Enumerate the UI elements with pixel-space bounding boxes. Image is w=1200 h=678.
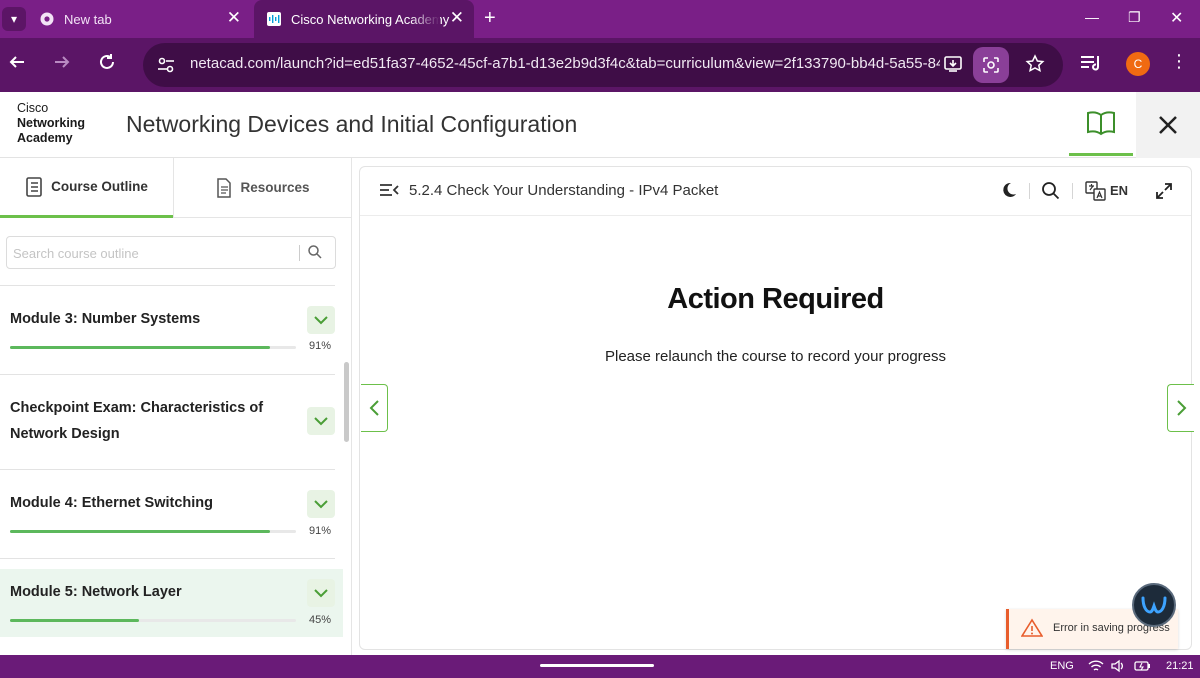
logo-line-1: Cisco — [17, 101, 49, 115]
module-title: Module 5: Network Layer — [10, 584, 182, 600]
assistant-icon[interactable] — [1132, 583, 1176, 627]
warning-icon — [1020, 618, 1044, 643]
divider — [0, 285, 335, 286]
header-separator — [1029, 183, 1030, 199]
tab-course-outline[interactable]: Course Outline — [0, 158, 173, 218]
sidebar-scrollbar[interactable] — [344, 362, 349, 442]
previous-page-button[interactable] — [361, 384, 388, 432]
module-title: Module 3: Number Systems — [10, 311, 201, 327]
progress-percent: 91% — [309, 340, 332, 352]
google-lens-icon[interactable] — [973, 47, 1009, 83]
outline-icon — [26, 176, 42, 197]
close-course-icon[interactable] — [1136, 92, 1200, 158]
dark-mode-icon[interactable] — [1000, 181, 1018, 204]
cisco-favicon-icon — [266, 11, 282, 27]
progress-bar — [10, 619, 296, 622]
collapse-menu-icon[interactable] — [379, 182, 399, 203]
back-icon[interactable] — [8, 53, 26, 76]
close-window-icon[interactable]: ✕ — [1170, 8, 1183, 28]
logo-line-3: Academy — [17, 131, 73, 145]
clock[interactable]: 21:21 — [1166, 660, 1194, 672]
action-required-heading: Action Required — [667, 283, 884, 315]
url-text[interactable]: netacad.com/launch?id=ed51fa37-4652-45cf… — [190, 55, 940, 72]
content-panel: 5.2.4 Check Your Understanding - IPv4 Pa… — [359, 166, 1192, 650]
search-icon[interactable] — [307, 244, 323, 265]
module-item[interactable]: Checkpoint Exam: Characteristics of Netw… — [0, 375, 343, 469]
document-icon — [217, 177, 232, 198]
close-tab-icon[interactable]: ✕ — [227, 8, 241, 28]
site-settings-icon[interactable] — [155, 54, 177, 76]
browser-tab-strip: ▾ New tab ✕ Cisco Networking Academy ✕ +… — [0, 0, 1200, 38]
battery-icon[interactable] — [1134, 659, 1152, 678]
progress-percent: 45% — [309, 614, 332, 626]
tab-label: Course Outline — [51, 179, 148, 194]
header-separator — [1072, 183, 1073, 199]
input-language[interactable]: ENG — [1050, 660, 1074, 672]
content-header: 5.2.4 Check Your Understanding - IPv4 Pa… — [360, 167, 1191, 216]
progress-bar — [10, 530, 296, 533]
profile-avatar[interactable]: C — [1126, 52, 1150, 76]
os-taskbar: ENG 21:21 — [0, 655, 1200, 678]
course-outline-search[interactable]: Search course outline — [6, 236, 336, 269]
module-title: Checkpoint Exam: Characteristics of Netw… — [10, 400, 264, 442]
book-icon[interactable] — [1069, 92, 1133, 156]
tab-label: New tab — [64, 11, 112, 27]
minimize-icon[interactable]: — — [1085, 9, 1099, 25]
chrome-icon — [39, 11, 55, 27]
divider — [0, 558, 335, 559]
language-selector[interactable]: EN — [1110, 183, 1128, 198]
reading-list-icon[interactable] — [1079, 51, 1103, 80]
chevron-left-icon — [369, 400, 379, 416]
progress-fill — [10, 530, 271, 533]
tab-new-tab[interactable]: New tab ✕ — [27, 0, 251, 38]
module-item[interactable]: Module 4: Ethernet Switching 91% — [0, 470, 343, 558]
tab-search-button[interactable]: ▾ — [2, 7, 26, 31]
course-outline-sidebar: Course Outline Resources Search course o… — [0, 158, 352, 655]
progress-fill — [10, 346, 271, 349]
taskbar-handle[interactable] — [540, 664, 654, 667]
logo-line-2: Networking — [17, 116, 86, 130]
search-input[interactable]: Search course outline — [13, 246, 139, 261]
search-icon[interactable] — [1041, 181, 1060, 205]
bookmark-star-icon[interactable] — [1025, 54, 1045, 79]
progress-percent: 91% — [309, 525, 332, 537]
chevron-down-icon[interactable] — [307, 579, 335, 607]
progress-fill — [10, 619, 139, 622]
module-item-active[interactable]: Module 5: Network Layer 45% — [0, 569, 343, 637]
close-tab-icon[interactable]: ✕ — [450, 8, 464, 28]
course-header: Cisco Networking Academy Networking Devi… — [0, 92, 1200, 158]
forward-icon[interactable] — [53, 53, 71, 76]
chevron-down-icon[interactable] — [307, 407, 335, 435]
expand-icon[interactable] — [1155, 182, 1173, 205]
restore-icon[interactable]: ❐ — [1128, 9, 1141, 26]
tab-label: Resources — [240, 180, 310, 195]
module-item[interactable]: Module 3: Number Systems 91% — [0, 298, 343, 374]
relaunch-message: Please relaunch the course to record you… — [604, 348, 946, 365]
tab-cisco-networking-academy[interactable]: Cisco Networking Academy ✕ — [254, 0, 474, 38]
more-menu-icon[interactable]: ⋮ — [1170, 51, 1188, 72]
chevron-down-icon[interactable] — [307, 490, 335, 518]
volume-icon[interactable] — [1110, 659, 1126, 678]
translate-icon[interactable] — [1085, 180, 1107, 207]
new-tab-button[interactable]: + — [484, 7, 496, 30]
cisco-networking-academy-logo[interactable]: Cisco Networking Academy — [17, 101, 85, 146]
install-app-icon[interactable] — [943, 54, 963, 79]
page-title: 5.2.4 Check Your Understanding - IPv4 Pa… — [409, 182, 719, 199]
reload-icon[interactable] — [98, 53, 116, 76]
search-separator — [299, 245, 300, 261]
course-title: Networking Devices and Initial Configura… — [126, 111, 578, 137]
tab-label-fade — [410, 10, 440, 28]
address-bar[interactable]: netacad.com/launch?id=ed51fa37-4652-45cf… — [143, 43, 1063, 87]
chevron-down-icon[interactable] — [307, 306, 335, 334]
next-page-button[interactable] — [1167, 384, 1194, 432]
chevron-right-icon — [1176, 400, 1186, 416]
tab-resources[interactable]: Resources — [173, 158, 351, 218]
wifi-icon[interactable] — [1088, 659, 1104, 678]
browser-toolbar: netacad.com/launch?id=ed51fa37-4652-45cf… — [0, 38, 1200, 92]
progress-bar — [10, 346, 296, 349]
module-title: Module 4: Ethernet Switching — [10, 495, 214, 511]
